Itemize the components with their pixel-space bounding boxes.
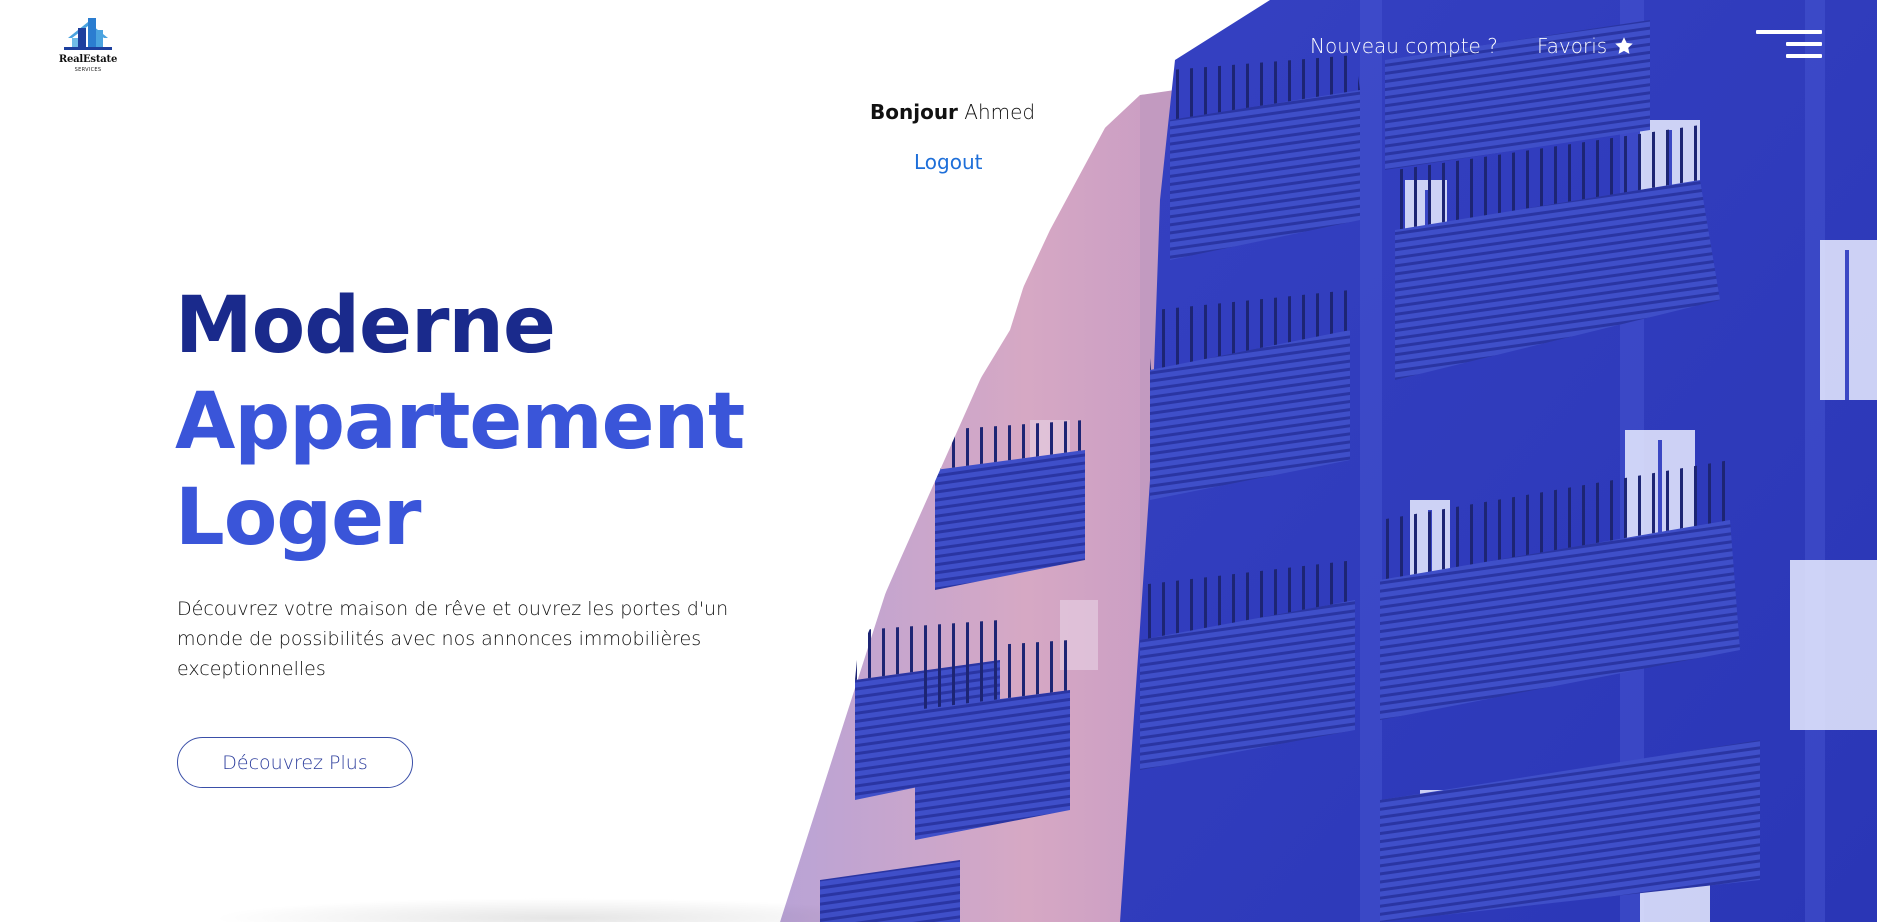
user-greeting: Bonjour Ahmed	[870, 100, 1035, 124]
menu-bar-top	[1756, 30, 1822, 34]
star-icon	[1615, 37, 1633, 54]
brand-name: RealEstate	[58, 54, 118, 65]
discover-more-button[interactable]: Découvrez Plus	[177, 737, 413, 788]
brand-tagline: SERVICES	[74, 67, 102, 73]
menu-bar-bottom	[1786, 54, 1822, 58]
nav-new-account-link[interactable]: Nouveau compte ?	[1310, 34, 1498, 58]
menu-bar-middle	[1786, 42, 1822, 46]
logout-link[interactable]: Logout	[914, 150, 982, 174]
headline-line-1: Moderne	[175, 281, 556, 371]
bottom-shadow	[210, 898, 910, 922]
nav-favorites-link[interactable]: Favoris	[1537, 34, 1635, 58]
nav-favorites-label: Favoris	[1537, 34, 1608, 58]
hamburger-menu-icon[interactable]	[1756, 30, 1822, 66]
brand-logo[interactable]: RealEstate SERVICES	[52, 14, 124, 84]
greeting-label: Bonjour	[870, 100, 958, 124]
hero-headline: Moderne Appartement Loger	[175, 278, 745, 566]
page: RealEstate SERVICES Nouveau compte ? Fav…	[0, 0, 1877, 922]
hero-description: Découvrez votre maison de rêve et ouvrez…	[177, 598, 729, 680]
building-house-icon	[64, 18, 112, 50]
user-name: Ahmed	[964, 100, 1036, 124]
headline-line-3: Loger	[175, 473, 422, 563]
headline-line-2: Appartement	[175, 377, 745, 467]
